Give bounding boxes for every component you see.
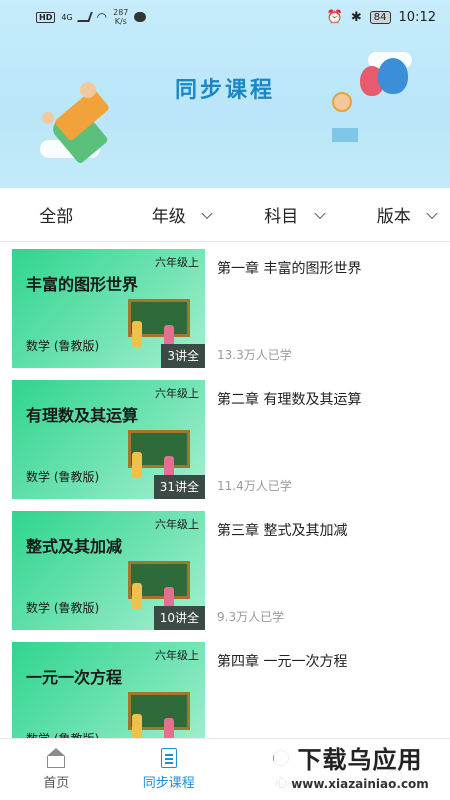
course-item[interactable]: 六年级上 整式及其加减 数学 (鲁教版) 10讲全 第三章 整式及其加减 9.3… — [0, 504, 450, 635]
course-list: 六年级上 丰富的图形世界 数学 (鲁教版) 3讲全 第一章 丰富的图形世界 13… — [0, 242, 450, 738]
wifi-icon: ◠ — [96, 10, 108, 24]
learner-count: 9.3万人已学 — [217, 610, 285, 624]
grade-label: 六年级上 — [155, 256, 199, 269]
grade-label: 六年级上 — [155, 649, 199, 662]
speed-value: 287 — [113, 8, 129, 17]
course-item[interactable]: 六年级上 一元一次方程 数学 (鲁教版) 第四章 一元一次方程 — [0, 635, 450, 738]
subject-label: 数学 (鲁教版) — [26, 339, 100, 353]
course-thumbnail: 六年级上 整式及其加减 数学 (鲁教版) 10讲全 — [12, 511, 205, 630]
course-item[interactable]: 六年级上 有理数及其运算 数学 (鲁教版) 31讲全 第二章 有理数及其运算 1… — [0, 373, 450, 504]
subject-label: 数学 (鲁教版) — [26, 470, 100, 484]
watermark-title: 下载乌应用 — [297, 746, 423, 774]
clock: 10:12 — [398, 9, 436, 25]
page-title: 同步课程 — [174, 78, 275, 103]
filter-label: 版本 — [376, 207, 411, 227]
battery-indicator: 84 — [369, 10, 391, 24]
teacher-illustration — [132, 321, 142, 347]
filter-subject[interactable]: 科目 — [225, 202, 338, 227]
lesson-count-badge: 31讲全 — [153, 475, 205, 499]
grade-label: 六年级上 — [155, 518, 199, 531]
chapter-title: 第一章 丰富的图形世界 — [217, 261, 362, 277]
nav-home[interactable]: 首页 — [0, 739, 113, 800]
book-icon — [158, 748, 180, 768]
thumbnail-title: 整式及其加减 — [26, 537, 123, 556]
lesson-count-badge: 3讲全 — [161, 344, 205, 368]
filter-label: 科目 — [264, 207, 299, 227]
filter-label: 全部 — [39, 207, 74, 227]
filter-all[interactable]: 全部 — [0, 202, 113, 227]
filter-grade[interactable]: 年级 — [113, 202, 226, 227]
grade-label: 六年级上 — [155, 387, 199, 400]
chapter-title: 第二章 有理数及其运算 — [217, 392, 362, 408]
subject-label: 数学 (鲁教版) — [26, 730, 99, 738]
watermark-logo: 下载乌应用 www.xiazainiao.com — [274, 744, 446, 796]
nav-label: 同步课程 — [142, 776, 195, 791]
chevron-down-icon — [313, 207, 326, 219]
thumbnail-title: 有理数及其运算 — [26, 406, 139, 425]
chevron-down-icon — [426, 207, 438, 219]
books-illustration — [332, 128, 358, 142]
course-thumbnail: 六年级上 有理数及其运算 数学 (鲁教版) 31讲全 — [12, 380, 205, 499]
bluetooth-icon: ✱ — [350, 9, 362, 25]
student-illustration — [164, 718, 174, 738]
thumbnail-title: 丰富的图形世界 — [26, 275, 139, 294]
chevron-down-icon — [201, 207, 213, 219]
teacher-illustration — [132, 452, 142, 478]
alarm-icon: ⏰ — [326, 9, 343, 25]
network-label: 4G — [61, 12, 73, 22]
teacher-illustration — [132, 714, 142, 738]
signal-icon — [76, 12, 93, 22]
chapter-title: 第三章 整式及其加减 — [217, 523, 348, 539]
course-thumbnail: 六年级上 丰富的图形世界 数学 (鲁教版) 3讲全 — [12, 249, 205, 368]
thumbnail-title: 一元一次方程 — [26, 668, 123, 687]
nav-label: 首页 — [43, 776, 70, 791]
course-item[interactable]: 六年级上 丰富的图形世界 数学 (鲁教版) 3讲全 第一章 丰富的图形世界 13… — [0, 242, 450, 373]
speed-unit: K/s — [114, 17, 127, 26]
learner-count: 11.4万人已学 — [217, 479, 292, 493]
course-thumbnail: 六年级上 一元一次方程 数学 (鲁教版) — [12, 642, 205, 738]
header-banner: HD 4G ◠ 287 K/s ⏰ ✱ 84 10:12 同步课程 — [0, 0, 450, 188]
watermark-url: www.xiazainiao.com — [291, 777, 429, 791]
nav-sync-courses[interactable]: 同步课程 — [113, 739, 226, 800]
child-illustration — [42, 112, 54, 124]
lesson-count-badge: 10讲全 — [153, 606, 205, 630]
subject-label: 数学 (鲁教版) — [26, 601, 100, 615]
learner-count: 13.3万人已学 — [217, 348, 292, 362]
hd-icon: HD — [36, 11, 56, 23]
filter-label: 年级 — [151, 207, 186, 227]
network-speed: 287 K/s — [113, 8, 128, 26]
home-icon — [45, 748, 67, 768]
chapter-title: 第四章 一元一次方程 — [217, 654, 348, 670]
filter-bar: 全部 年级 科目 版本 — [0, 188, 450, 242]
message-icon — [134, 12, 147, 22]
filter-edition[interactable]: 版本 — [338, 202, 450, 227]
teacher-illustration — [132, 583, 142, 609]
status-bar: HD 4G ◠ 287 K/s ⏰ ✱ 84 10:12 — [0, 0, 450, 34]
